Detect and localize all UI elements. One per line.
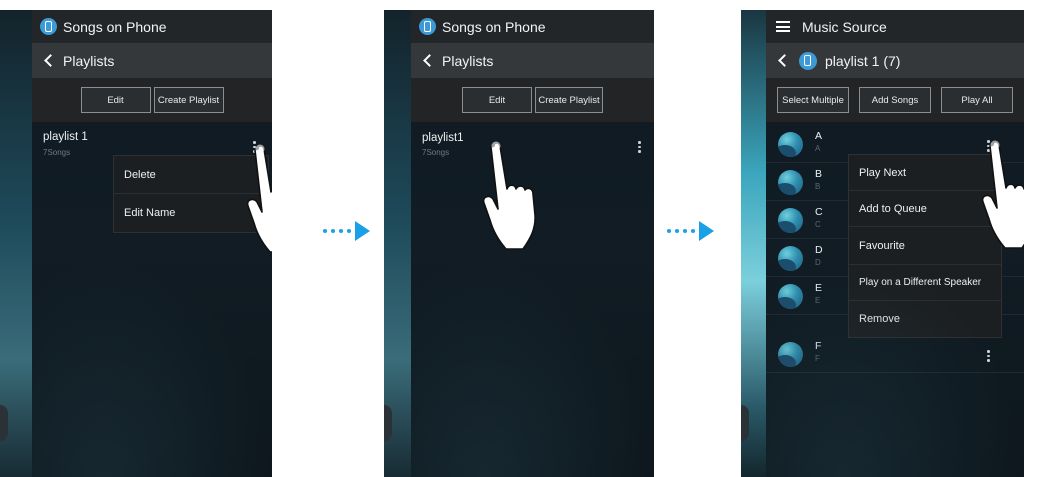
select-multiple-button[interactable]: Select Multiple (777, 87, 849, 113)
phone-icon (419, 18, 436, 35)
kebab-menu-icon[interactable] (638, 141, 641, 155)
menu-item-remove[interactable]: Remove (849, 301, 1001, 337)
action-bar: Select Multiple Add Songs Play All (766, 78, 1024, 122)
background-screen-strip (0, 10, 32, 477)
hamburger-icon[interactable] (776, 21, 790, 32)
song-title: C (815, 206, 823, 218)
song-subtitle: C (815, 220, 821, 229)
playlist-name: playlist 1 (43, 131, 88, 143)
pointing-hand-icon (981, 140, 1024, 249)
top-bar-title: Music Source (802, 18, 887, 35)
album-art-icon (778, 208, 803, 233)
nav-label: Playlists (63, 52, 115, 69)
top-bar: Songs on Phone (32, 10, 272, 43)
pointing-hand-icon (482, 141, 536, 250)
back-chevron-icon[interactable] (44, 54, 57, 67)
nav-bar[interactable]: Playlists (32, 43, 272, 78)
nav-label: Playlists (442, 52, 494, 69)
top-bar-title: Songs on Phone (63, 18, 167, 35)
song-subtitle: E (815, 296, 821, 305)
background-screen-strip (741, 10, 766, 477)
album-art-icon (778, 342, 803, 367)
background-screen-strip (384, 10, 411, 477)
phone-icon (40, 18, 57, 35)
song-title: F (815, 340, 822, 352)
song-title: D (815, 244, 823, 256)
song-title: B (815, 168, 823, 180)
action-bar: Edit Create Playlist (411, 78, 654, 122)
create-playlist-button[interactable]: Create Playlist (535, 87, 603, 113)
phone-icon (799, 51, 817, 70)
playlist-song-count: 7Songs (422, 148, 450, 157)
playlist-name: playlist1 (422, 132, 464, 144)
top-bar: Songs on Phone (411, 10, 654, 43)
kebab-menu-icon[interactable] (987, 350, 990, 364)
album-art-icon (778, 170, 803, 195)
playlist-song-count: 7Songs (43, 148, 71, 157)
play-all-button[interactable]: Play All (941, 87, 1013, 113)
song-subtitle: B (815, 182, 821, 191)
pointing-hand-icon (246, 144, 272, 253)
song-title: A (815, 130, 823, 142)
create-playlist-button[interactable]: Create Playlist (153, 87, 224, 113)
song-row[interactable]: F F (766, 336, 1024, 373)
song-subtitle: F (815, 354, 820, 363)
menu-item-play-on-different-speaker[interactable]: Play on a Different Speaker (849, 265, 1001, 301)
add-songs-button[interactable]: Add Songs (859, 87, 931, 113)
nav-bar[interactable]: Playlists (411, 43, 654, 78)
edit-button[interactable]: Edit (462, 87, 532, 113)
screen-playlists: Songs on Phone Playlists Edit Create Pla… (384, 10, 654, 477)
next-step-arrow-icon (667, 221, 714, 241)
album-art-icon (778, 284, 803, 309)
next-step-arrow-icon (323, 221, 370, 241)
song-subtitle: A (815, 144, 821, 153)
nav-bar[interactable]: playlist 1 (7) (766, 43, 1024, 78)
album-art-icon (778, 246, 803, 271)
song-title: E (815, 282, 823, 294)
back-chevron-icon[interactable] (423, 54, 436, 67)
top-bar: Music Source (766, 10, 1024, 43)
app-screen: Songs on Phone Playlists Edit Create Pla… (32, 10, 272, 477)
edit-button[interactable]: Edit (80, 87, 151, 113)
album-art-icon (778, 132, 803, 157)
back-chevron-icon[interactable] (778, 54, 791, 67)
screen-playlist-detail: Music Source playlist 1 (7) Select Multi… (741, 10, 1024, 477)
nav-label: playlist 1 (7) (825, 52, 901, 69)
song-subtitle: D (815, 258, 821, 267)
action-bar: Edit Create Playlist (32, 78, 272, 122)
screen-playlists-context-menu: Songs on Phone Playlists Edit Create Pla… (0, 10, 272, 477)
top-bar-title: Songs on Phone (442, 18, 546, 35)
